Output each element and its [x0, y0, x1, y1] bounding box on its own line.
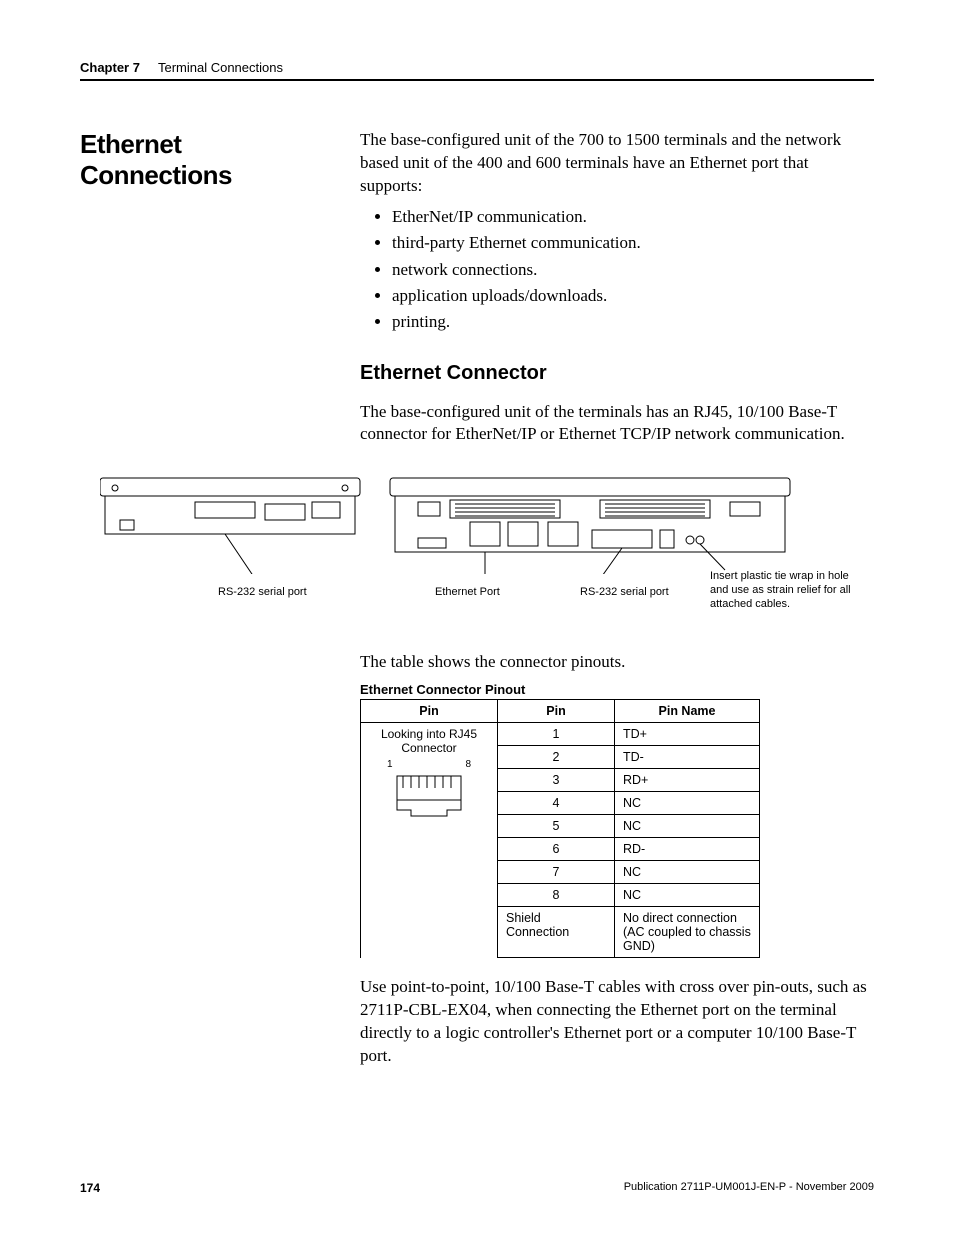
pin-num: 1: [498, 723, 615, 746]
col-header: Pin Name: [615, 700, 760, 723]
pin-name: TD-: [615, 746, 760, 769]
pin-num: 2: [498, 746, 615, 769]
pin-num: 5: [498, 815, 615, 838]
diagram-label-ethernet: Ethernet Port: [435, 586, 500, 598]
lower-body: The table shows the connector pinouts. E…: [360, 652, 874, 1068]
bullet-list: EtherNet/IP communication. third-party E…: [360, 204, 874, 336]
pinout-table: Pin Pin Pin Name Looking into RJ45 Conne…: [360, 699, 760, 958]
section-title: Ethernet Connections: [80, 129, 320, 191]
pin-name: NC: [615, 861, 760, 884]
bullet-item: network connections.: [392, 257, 874, 283]
page-header: Chapter 7 Terminal Connections: [80, 60, 874, 81]
table-caption: Ethernet Connector Pinout: [360, 682, 874, 697]
table-intro: The table shows the connector pinouts.: [360, 652, 874, 672]
chapter-title: Terminal Connections: [158, 60, 283, 75]
publication-id: Publication 2711P-UM001J-EN-P - November…: [624, 1181, 874, 1195]
rj45-diagram-cell: Looking into RJ45 Connector 1 8: [361, 723, 498, 958]
sub-paragraph: The base-configured unit of the terminal…: [360, 401, 874, 447]
pin-name: RD+: [615, 769, 760, 792]
pin-num: 7: [498, 861, 615, 884]
pin-name: TD+: [615, 723, 760, 746]
col-header: Pin: [361, 700, 498, 723]
bullet-item: application uploads/downloads.: [392, 283, 874, 309]
bullet-item: third-party Ethernet communication.: [392, 230, 874, 256]
pin-num: 6: [498, 838, 615, 861]
table-header-row: Pin Pin Pin Name: [361, 700, 760, 723]
bullet-item: EtherNet/IP communication.: [392, 204, 874, 230]
page-number: 174: [80, 1181, 100, 1195]
content-row: Ethernet Connections The base-configured…: [80, 129, 874, 452]
body-column: The base-configured unit of the 700 to 1…: [360, 129, 874, 452]
rj45-label: Looking into RJ45 Connector: [369, 727, 489, 755]
rj45-pin-1-label: 1: [387, 759, 393, 770]
diagram-label-rs232-right: RS-232 serial port: [580, 586, 669, 598]
bullet-item: printing.: [392, 309, 874, 335]
page-footer: 174 Publication 2711P-UM001J-EN-P - Nove…: [80, 1181, 874, 1195]
diagram-label-tie-wrap: Insert plastic tie wrap in hole and use …: [710, 570, 860, 611]
pin-num: Shield Connection: [498, 907, 615, 958]
pin-name: NC: [615, 815, 760, 838]
pin-num: 3: [498, 769, 615, 792]
page: Chapter 7 Terminal Connections Ethernet …: [0, 0, 954, 1235]
diagram-svg: [100, 474, 860, 574]
pin-name: RD-: [615, 838, 760, 861]
closing-paragraph: Use point-to-point, 10/100 Base-T cables…: [360, 976, 874, 1068]
intro-paragraph: The base-configured unit of the 700 to 1…: [360, 129, 874, 198]
pin-num: 8: [498, 884, 615, 907]
pin-num: 4: [498, 792, 615, 815]
pin-name: No direct connection (AC coupled to chas…: [615, 907, 760, 958]
table-row: Looking into RJ45 Connector 1 8: [361, 723, 760, 746]
col-header: Pin: [498, 700, 615, 723]
chapter-label: Chapter 7: [80, 60, 140, 75]
subheading: Ethernet Connector: [360, 360, 874, 387]
pin-name: NC: [615, 884, 760, 907]
rj45-pin-8-label: 8: [465, 759, 471, 770]
rj45-icon: [389, 774, 469, 820]
connector-diagram: RS-232 serial port Ethernet Port RS-232 …: [100, 474, 874, 624]
diagram-label-rs232-left: RS-232 serial port: [218, 586, 307, 598]
pin-name: NC: [615, 792, 760, 815]
